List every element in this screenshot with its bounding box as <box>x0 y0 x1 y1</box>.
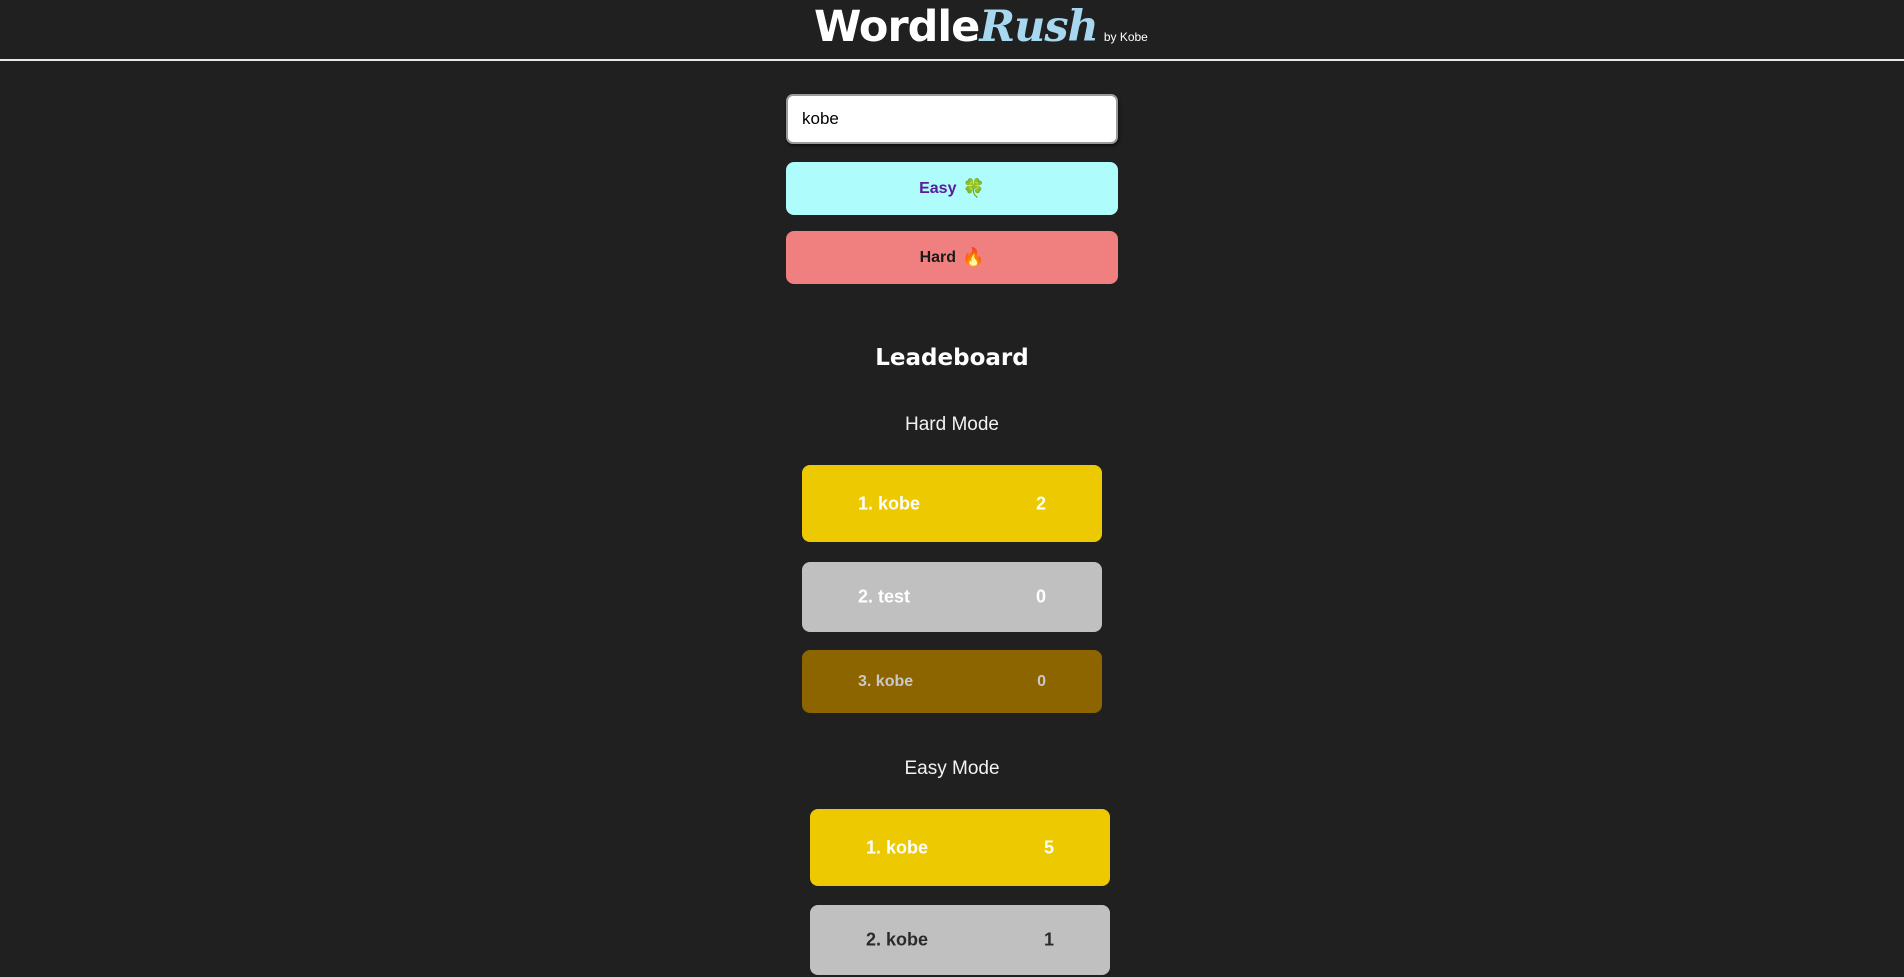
hard-mode-button[interactable]: Hard 🔥 <box>786 231 1118 284</box>
app-logo[interactable]: WordleRush by Kobe <box>814 2 1148 52</box>
player-name: 3. kobe <box>858 672 914 690</box>
clover-icon: 🍀 <box>962 178 985 198</box>
logo-rush: Rush <box>979 2 1098 52</box>
player-name: 1. kobe <box>858 493 921 513</box>
player-name: 2. test <box>858 586 911 607</box>
fire-icon: 🔥 <box>962 247 985 267</box>
player-score: 5 <box>1043 837 1054 857</box>
leaderboard-title: Leadeboard <box>875 345 1029 371</box>
easy-mode-title: Easy Mode <box>904 758 1000 779</box>
username-input[interactable] <box>786 94 1118 144</box>
hard-leaderboard-row: 3. kobe 0 <box>802 650 1102 713</box>
easy-mode-button[interactable]: Easy 🍀 <box>786 162 1118 215</box>
player-name: 1. kobe <box>866 837 929 857</box>
hard-mode-label: Hard <box>919 248 957 266</box>
easy-leaderboard-row: 2. kobe 1 <box>810 905 1110 975</box>
hard-leaderboard-row: 1. kobe 2 <box>802 465 1102 542</box>
hard-mode-title: Hard Mode <box>905 414 999 435</box>
easy-leaderboard-row: 1. kobe 5 <box>810 809 1110 886</box>
logo-byline: by Kobe <box>1103 30 1148 44</box>
player-name: 2. kobe <box>866 929 929 950</box>
player-score: 0 <box>1035 586 1046 607</box>
logo-wordle: Wordle <box>814 2 980 52</box>
player-score: 1 <box>1043 929 1054 950</box>
hard-leaderboard-row: 2. test 0 <box>802 562 1102 632</box>
player-score: 2 <box>1035 493 1046 513</box>
player-score: 0 <box>1037 672 1046 690</box>
app-header: WordleRush by Kobe <box>0 0 1904 61</box>
easy-mode-label: Easy <box>919 179 957 197</box>
